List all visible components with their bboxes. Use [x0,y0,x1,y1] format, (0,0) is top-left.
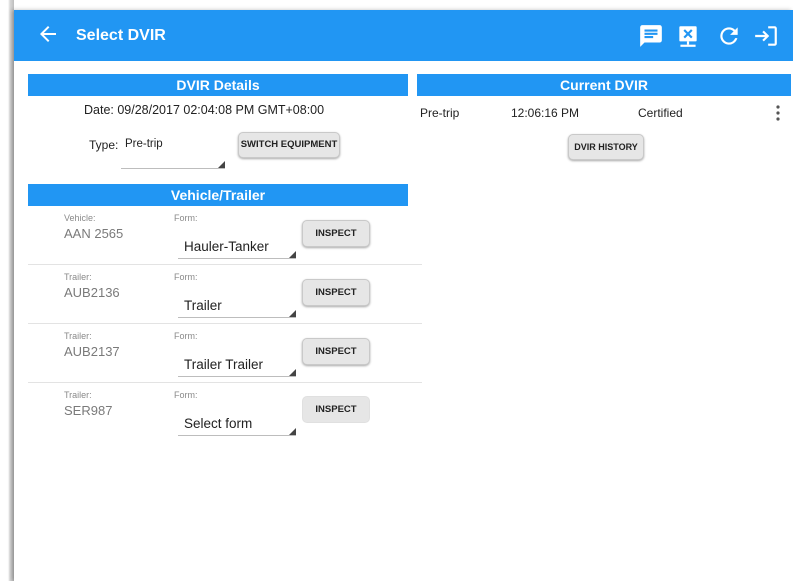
form-dropdown[interactable]: Hauler-Tanker [178,224,296,259]
form-dropdown[interactable]: Trailer Trailer [178,342,296,377]
app-window: Select DVIR DVIR Details Date: 09/28/201… [14,10,793,581]
logout-icon[interactable] [753,23,779,49]
form-dropdown-value: Trailer Trailer [184,357,264,372]
equipment-id: AUB2137 [64,344,120,359]
form-dropdown-value: Trailer [184,298,222,313]
back-arrow-icon[interactable] [36,22,60,46]
message-icon[interactable] [638,23,664,49]
form-dropdown[interactable]: Trailer [178,283,296,318]
inspect-button[interactable]: INSPECT [302,220,370,247]
inspect-button[interactable]: INSPECT [302,279,370,306]
form-label: Form: [174,213,198,223]
dvir-time: 12:06:16 PM [511,106,580,120]
form-label: Form: [174,272,198,282]
switch-equipment-button[interactable]: SWITCH EQUIPMENT [238,132,340,158]
equipment-id: AAN 2565 [64,226,124,241]
form-dropdown-value: Select form [184,416,253,431]
equipment-kind-label: Trailer: [64,331,92,341]
form-dropdown-value: Hauler-Tanker [184,239,269,254]
equipment-kind-label: Trailer: [64,272,92,282]
list-item: Vehicle: AAN 2565 Form: Hauler-Tanker IN… [28,206,422,265]
list-item: Trailer: AUB2136 Form: Trailer INSPECT [28,265,422,324]
dropdown-arrow-icon [289,251,296,258]
list-item: Trailer: AUB2137 Form: Trailer Trailer I… [28,324,422,383]
equipment-id: AUB2136 [64,285,120,300]
more-vert-icon[interactable] [770,104,786,122]
refresh-icon[interactable] [716,23,742,49]
form-label: Form: [174,390,198,400]
list-item: Trailer: SER987 Form: Select form INSPEC… [28,383,422,441]
form-label: Form: [174,331,198,341]
vehicle-trailer-header: Vehicle/Trailer [28,184,408,206]
dvir-status: Certified [638,106,683,120]
type-dropdown-value: Pre-trip [125,138,163,150]
dropdown-arrow-icon [289,428,296,435]
screen-top-margin [14,0,793,10]
type-label: Type: [89,138,119,152]
app-bar: Select DVIR [14,10,793,61]
equipment-id: SER987 [64,403,113,418]
inspect-button[interactable]: INSPECT [302,338,370,365]
close-sync-icon[interactable] [675,23,701,49]
inspect-button[interactable]: INSPECT [302,396,370,423]
screen-shadow [0,0,14,581]
form-dropdown[interactable]: Select form [178,401,296,436]
dvir-date: Date: 09/28/2017 02:04:08 PM GMT+08:00 [84,103,325,117]
page-title: Select DVIR [76,27,166,44]
dvir-type: Pre-trip [420,106,460,120]
dvir-history-button[interactable]: DVIR HISTORY [568,134,644,160]
current-dvir-header: Current DVIR [417,74,791,96]
equipment-kind-label: Trailer: [64,390,92,400]
dropdown-arrow-icon [218,161,225,168]
type-dropdown[interactable]: Pre-trip [121,134,225,169]
dvir-details-header: DVIR Details [28,74,408,96]
equipment-kind-label: Vehicle: [64,213,96,223]
dropdown-arrow-icon [289,369,296,376]
dropdown-arrow-icon [289,310,296,317]
